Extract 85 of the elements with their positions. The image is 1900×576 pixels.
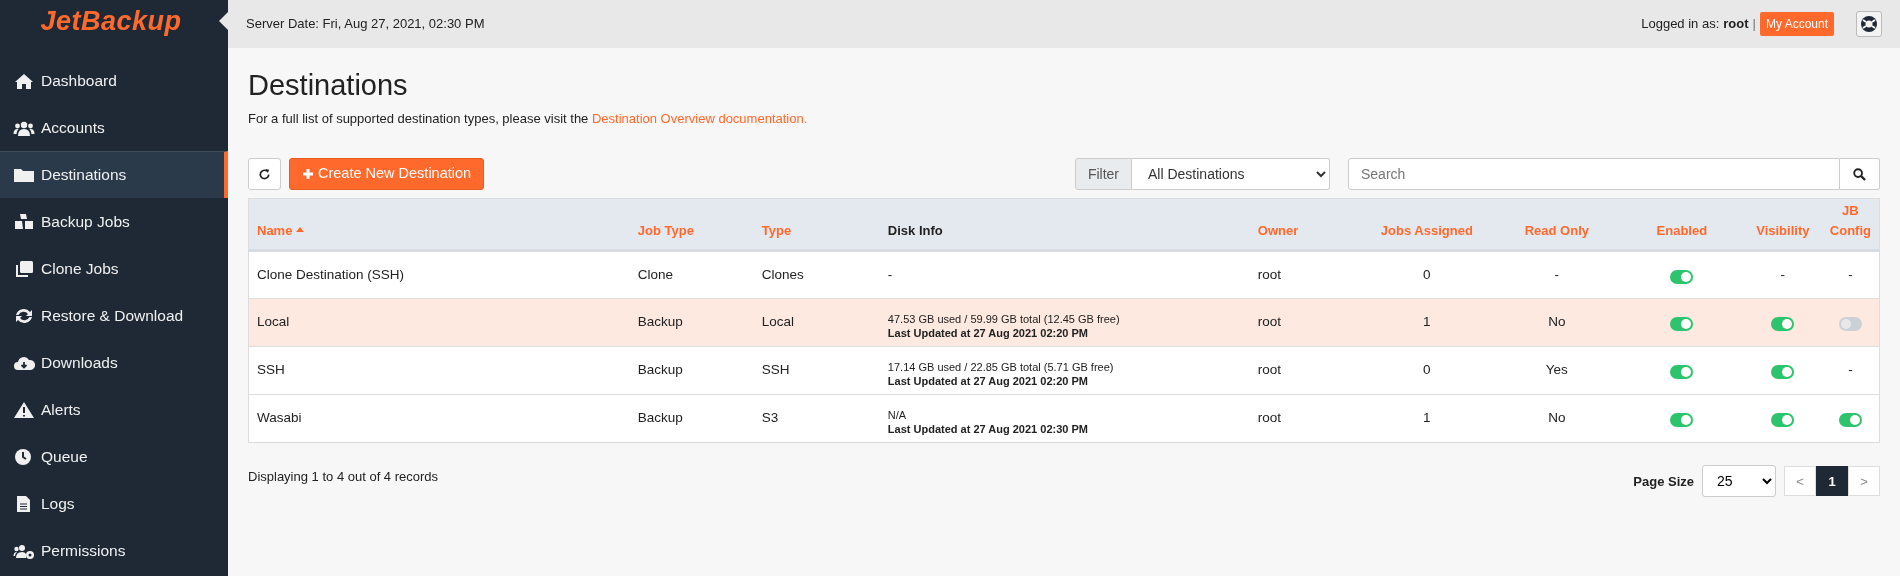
refresh-button[interactable] [248, 158, 281, 191]
plus-icon [302, 168, 314, 181]
table-cell: - [1780, 267, 1786, 283]
intro-text: For a full list of supported destination types, please visit the Destination Overview documentation. [248, 109, 809, 128]
table-cell: Backup [637, 410, 683, 426]
sidebar-item[interactable]: Alerts [0, 386, 228, 433]
warning-icon [13, 400, 35, 419]
sidebar-item[interactable]: Accounts [0, 104, 228, 151]
toggle-switch[interactable] [1670, 364, 1694, 379]
pagination-button[interactable]: < [1784, 466, 1816, 497]
table-cell: root [1257, 314, 1282, 330]
sidebar-item[interactable]: Downloads [0, 339, 228, 386]
table-cell: Backup [637, 362, 683, 378]
sidebar-item[interactable]: Clone Jobs [0, 245, 228, 292]
table-cell: root [1257, 267, 1282, 283]
last-updated: Last Updated at 27 Aug 2021 02:20 PM [887, 374, 1089, 389]
toggle-switch[interactable] [1838, 316, 1862, 331]
sidebar-item[interactable]: Destinations [0, 151, 228, 198]
sidebar-item[interactable]: Backup Jobs [0, 198, 228, 245]
filter-label: Filter [1074, 158, 1132, 191]
page-title: Destinations [248, 68, 409, 103]
filter-select[interactable]: All Destinations [1132, 158, 1330, 191]
disk-usage: 47.53 GB used / 59.99 GB total (12.45 GB free) [887, 312, 1121, 327]
server-date: Server Date: Fri, Aug 27, 2021, 02:30 PM [246, 15, 485, 34]
page-size-select[interactable]: 25 [1702, 465, 1776, 498]
toggle-switch[interactable] [1771, 364, 1795, 379]
toggle-switch[interactable] [1670, 316, 1694, 331]
table-cell: No [1548, 314, 1566, 330]
username: root [1723, 15, 1749, 34]
table-cell: 1 [1423, 410, 1431, 426]
table-cell: root [1257, 410, 1282, 426]
logged-in-label: Logged in as: [1641, 15, 1720, 34]
table-cell: Clone Destination (SSH) [257, 267, 405, 283]
last-updated: Last Updated at 27 Aug 2021 02:20 PM [887, 326, 1089, 341]
cubes-icon [13, 212, 35, 231]
sidebar-item[interactable]: Restore & Download [0, 292, 228, 339]
table-cell: - [1554, 267, 1560, 283]
records-summary: Displaying 1 to 4 out of 4 records [248, 468, 439, 487]
search-field[interactable]: Search [1348, 158, 1840, 191]
folder-icon [13, 166, 35, 184]
table-cell: 0 [1423, 267, 1431, 283]
table-cell: 1 [1423, 314, 1431, 330]
table-cell: SSH [761, 362, 790, 378]
table-cell: Local [761, 314, 795, 330]
sidebar-item[interactable]: Logs [0, 480, 228, 527]
sidebar-item[interactable]: Queue [0, 433, 228, 480]
table-cell: SSH [257, 362, 285, 378]
table-cell: Clone [637, 267, 674, 283]
lifebuoy-icon [1860, 15, 1878, 33]
refresh-icon [258, 167, 271, 181]
search-icon [1853, 167, 1866, 181]
table-cell: No [1548, 410, 1566, 426]
table-cell: 0 [1423, 362, 1431, 378]
sidebar-item[interactable]: Dashboard [0, 57, 228, 104]
table-cell: Clones [761, 267, 804, 283]
sidebar-item[interactable]: Permissions [0, 527, 228, 574]
toggle-switch[interactable] [1771, 316, 1795, 331]
table-cell: S3 [761, 410, 779, 426]
table-cell: Backup [637, 314, 683, 330]
pagination-button[interactable]: > [1848, 466, 1880, 497]
table-cell: - [887, 267, 893, 283]
disk-usage: 17.14 GB used / 22.85 GB total (5.71 GB free) [887, 360, 1115, 375]
separator: | [1752, 15, 1756, 34]
table-cell: root [1257, 362, 1282, 378]
sync-icon [13, 306, 35, 325]
toggle-switch[interactable] [1670, 412, 1694, 427]
disk-usage: N/A [887, 408, 908, 423]
home-icon [13, 71, 35, 90]
search-button[interactable] [1840, 158, 1880, 191]
table-cell: - [1848, 267, 1853, 283]
toggle-switch[interactable] [1771, 412, 1795, 427]
page-size-label: Page Size [1633, 472, 1694, 491]
logo: JetBackup [39, 4, 183, 38]
copy-icon [13, 259, 35, 278]
last-updated: Last Updated at 27 Aug 2021 02:30 PM [887, 422, 1089, 437]
table-cell: - [1848, 362, 1853, 378]
toggle-switch[interactable] [1838, 412, 1862, 427]
toggle-switch[interactable] [1670, 269, 1694, 284]
table-cell: Wasabi [257, 410, 302, 426]
table-cell: Yes [1545, 362, 1568, 378]
table-cell: Local [257, 314, 290, 330]
column-header: Disk Info [879, 198, 1250, 251]
help-button[interactable] [1856, 11, 1882, 37]
pagination-button[interactable]: 1 [1816, 466, 1848, 497]
sort-up-icon [296, 225, 305, 232]
